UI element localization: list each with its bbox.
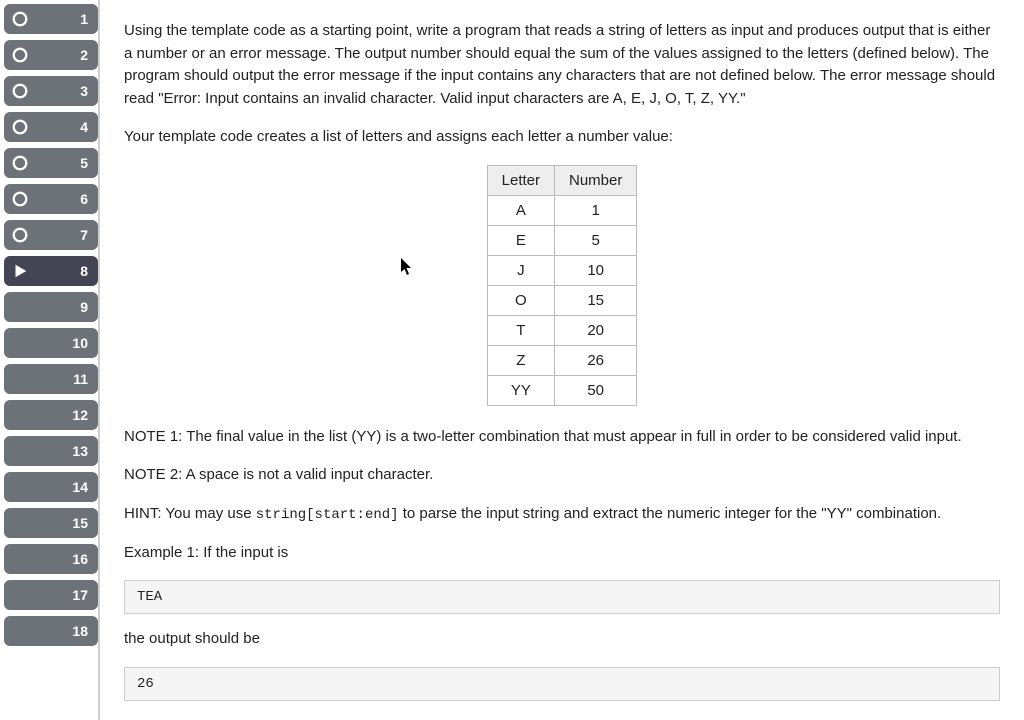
- table-row: E5: [487, 225, 637, 255]
- step-item-7[interactable]: 7: [4, 220, 98, 250]
- hint-prefix: HINT: You may use: [124, 505, 256, 522]
- step-number: 8: [80, 263, 88, 279]
- step-item-4[interactable]: 4: [4, 112, 98, 142]
- step-item-9[interactable]: 9: [4, 292, 98, 322]
- step-item-18[interactable]: 18: [4, 616, 98, 646]
- table-row: J10: [487, 255, 637, 285]
- circle-icon: [10, 225, 30, 245]
- step-item-5[interactable]: 5: [4, 148, 98, 178]
- step-number: 13: [72, 443, 88, 459]
- empty-icon: [10, 621, 30, 641]
- instruction-paragraph-1: Using the template code as a starting po…: [124, 20, 1000, 110]
- empty-icon: [10, 549, 30, 569]
- step-item-3[interactable]: 3: [4, 76, 98, 106]
- step-number: 15: [72, 515, 88, 531]
- hint-code: string[start:end]: [256, 507, 399, 523]
- step-item-1[interactable]: 1: [4, 4, 98, 34]
- step-item-16[interactable]: 16: [4, 544, 98, 574]
- step-sidebar: 123456789101112131415161718: [0, 0, 100, 720]
- table-header-number: Number: [555, 165, 637, 195]
- step-number: 1: [80, 11, 88, 27]
- table-header-letter: Letter: [487, 165, 554, 195]
- step-number: 6: [80, 191, 88, 207]
- empty-icon: [10, 369, 30, 389]
- cell-number: 20: [555, 315, 637, 345]
- note-1: NOTE 1: The final value in the list (YY)…: [124, 426, 1000, 449]
- step-number: 16: [72, 551, 88, 567]
- step-number: 3: [80, 83, 88, 99]
- empty-icon: [10, 585, 30, 605]
- cell-letter: O: [487, 285, 554, 315]
- step-item-2[interactable]: 2: [4, 40, 98, 70]
- step-number: 2: [80, 47, 88, 63]
- step-item-11[interactable]: 11: [4, 364, 98, 394]
- empty-icon: [10, 477, 30, 497]
- cell-letter: Z: [487, 345, 554, 375]
- circle-icon: [10, 189, 30, 209]
- empty-icon: [10, 405, 30, 425]
- cell-number: 5: [555, 225, 637, 255]
- step-item-13[interactable]: 13: [4, 436, 98, 466]
- empty-icon: [10, 297, 30, 317]
- cursor-icon: [400, 258, 414, 276]
- step-item-8[interactable]: 8: [4, 256, 98, 286]
- step-number: 9: [80, 299, 88, 315]
- step-number: 14: [72, 479, 88, 495]
- example-input-box: TEA: [124, 580, 1000, 614]
- step-number: 18: [72, 623, 88, 639]
- content-area: Using the template code as a starting po…: [100, 0, 1024, 720]
- step-number: 12: [72, 407, 88, 423]
- cell-number: 10: [555, 255, 637, 285]
- cell-letter: YY: [487, 375, 554, 405]
- hint-suffix: to parse the input string and extract th…: [399, 505, 942, 522]
- cell-number: 15: [555, 285, 637, 315]
- hint: HINT: You may use string[start:end] to p…: [124, 503, 1000, 526]
- step-item-10[interactable]: 10: [4, 328, 98, 358]
- table-row: A1: [487, 195, 637, 225]
- circle-icon: [10, 9, 30, 29]
- instruction-paragraph-2: Your template code creates a list of let…: [124, 126, 1000, 149]
- step-item-6[interactable]: 6: [4, 184, 98, 214]
- step-number: 7: [80, 227, 88, 243]
- table-row: T20: [487, 315, 637, 345]
- step-number: 17: [72, 587, 88, 603]
- output-label: the output should be: [124, 628, 1000, 651]
- cell-letter: J: [487, 255, 554, 285]
- step-number: 10: [72, 335, 88, 351]
- circle-icon: [10, 81, 30, 101]
- example-label: Example 1: If the input is: [124, 542, 1000, 565]
- letter-value-table: Letter Number A1E5J10O15T20Z26YY50: [487, 165, 638, 406]
- table-row: Z26: [487, 345, 637, 375]
- table-row: O15: [487, 285, 637, 315]
- play-icon: [10, 261, 30, 281]
- cell-number: 1: [555, 195, 637, 225]
- cell-letter: T: [487, 315, 554, 345]
- circle-icon: [10, 153, 30, 173]
- table-row: YY50: [487, 375, 637, 405]
- circle-icon: [10, 45, 30, 65]
- empty-icon: [10, 513, 30, 533]
- empty-icon: [10, 441, 30, 461]
- step-item-14[interactable]: 14: [4, 472, 98, 502]
- step-number: 11: [73, 371, 88, 387]
- step-item-12[interactable]: 12: [4, 400, 98, 430]
- step-number: 5: [80, 155, 88, 171]
- cell-number: 26: [555, 345, 637, 375]
- example-output-box: 26: [124, 667, 1000, 701]
- empty-icon: [10, 333, 30, 353]
- cell-letter: E: [487, 225, 554, 255]
- step-item-17[interactable]: 17: [4, 580, 98, 610]
- note-2: NOTE 2: A space is not a valid input cha…: [124, 464, 1000, 487]
- cell-number: 50: [555, 375, 637, 405]
- cell-letter: A: [487, 195, 554, 225]
- step-item-15[interactable]: 15: [4, 508, 98, 538]
- step-number: 4: [80, 119, 88, 135]
- circle-icon: [10, 117, 30, 137]
